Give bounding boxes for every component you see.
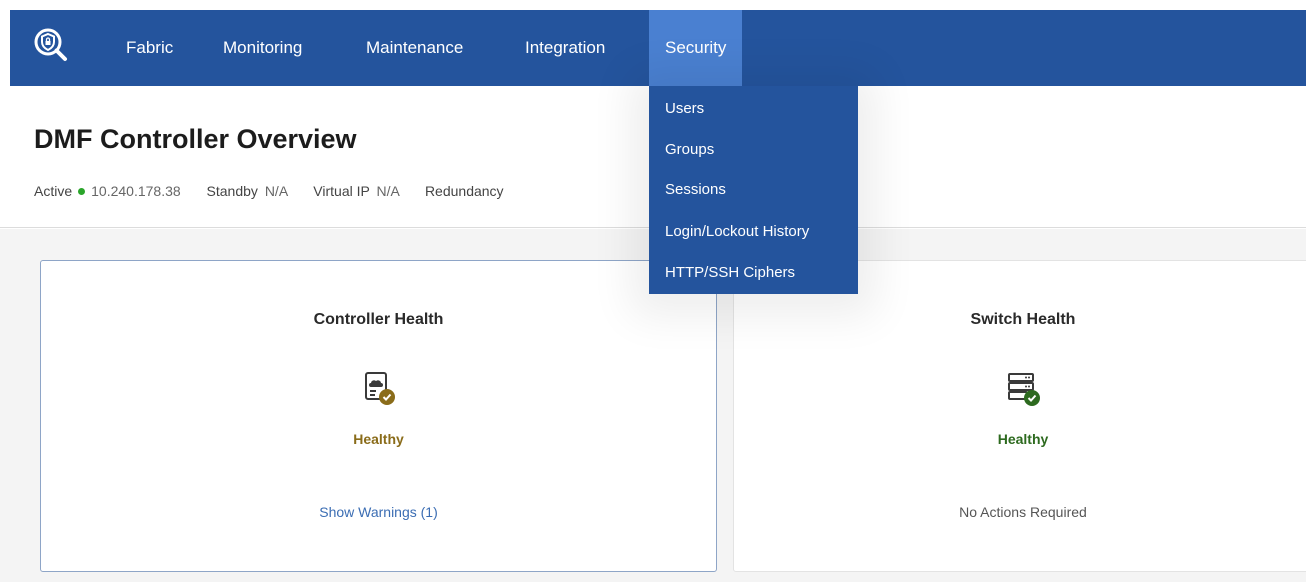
active-label: Active [34, 183, 73, 199]
nav-integration[interactable]: Integration [525, 10, 605, 86]
show-warnings-link[interactable]: Show Warnings (1) [41, 504, 716, 520]
nav-security[interactable]: Security [649, 10, 743, 86]
security-dropdown-menu: Users Groups Sessions Login/Lockout Hist… [649, 86, 858, 294]
switch-health-state: Healthy [997, 431, 1049, 447]
page-title: DMF Controller Overview [34, 124, 357, 154]
virtual-ip-label: Virtual IP [313, 183, 370, 199]
clipboard-check-icon [362, 371, 398, 407]
redundancy-label: Redundancy [424, 183, 504, 199]
menu-item-login-lockout-history[interactable]: Login/Lockout History [665, 223, 809, 240]
menu-item-http-ssh-ciphers[interactable]: HTTP/SSH Ciphers [665, 264, 795, 281]
virtual-ip-value: N/A [376, 183, 400, 199]
nav-monitoring[interactable]: Monitoring [223, 10, 302, 86]
controller-status-line: Active 10.240.178.38 Standby N/A Virtual … [34, 183, 504, 199]
server-check-icon [1006, 371, 1042, 407]
active-ip-value: 10.240.178.38 [91, 183, 181, 199]
logo-icon[interactable] [32, 26, 70, 66]
controller-health-state: Healthy [353, 431, 404, 447]
menu-item-users[interactable]: Users [665, 100, 704, 117]
top-navigation-bar: Fabric Monitoring Maintenance Integratio… [10, 10, 1306, 86]
no-actions-text: No Actions Required [959, 504, 1087, 520]
standby-value: N/A [264, 183, 288, 199]
nav-fabric[interactable]: Fabric [126, 10, 173, 86]
standby-label: Standby [206, 183, 258, 199]
controller-health-title: Controller Health [313, 311, 444, 328]
controller-health-card[interactable]: Controller Health Healthy Show Warnings … [40, 260, 717, 572]
menu-item-sessions[interactable]: Sessions [665, 181, 726, 198]
active-status-dot [78, 188, 86, 196]
switch-health-title: Switch Health [970, 311, 1076, 328]
nav-maintenance[interactable]: Maintenance [366, 10, 463, 86]
menu-item-groups[interactable]: Groups [665, 141, 714, 158]
switch-health-card[interactable]: Switch Health Healthy No Actions Require… [733, 260, 1306, 572]
